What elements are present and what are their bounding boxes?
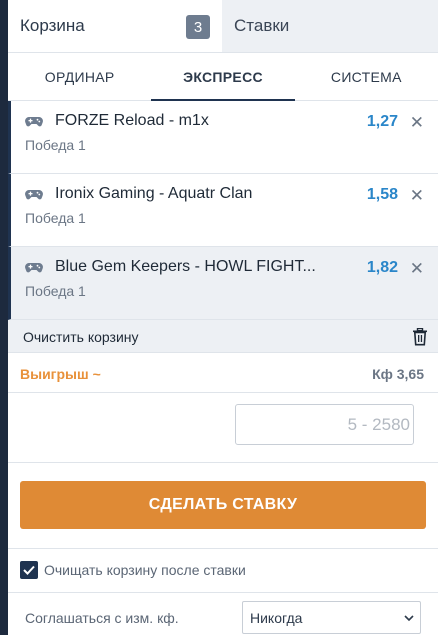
bet-slip-panel: Корзина 3 Ставки ОРДИНАР ЭКСПРЕСС СИСТЕМ… (8, 0, 438, 635)
chevron-down-icon (404, 615, 414, 622)
bet-odd: 1,58 (366, 186, 398, 203)
remove-bet-icon[interactable]: ✕ (410, 114, 424, 131)
bet-mode-tabs: ОРДИНАР ЭКСПРЕСС СИСТЕМА (8, 53, 438, 101)
remove-bet-icon[interactable]: ✕ (410, 260, 424, 277)
tab-cart-label: Корзина (20, 16, 85, 35)
winnings-label: Выигрыш ~ (20, 366, 101, 382)
cart-count-badge: 3 (186, 15, 210, 39)
divider (8, 592, 438, 593)
tab-single[interactable]: ОРДИНАР (8, 53, 151, 100)
trash-icon[interactable] (412, 328, 428, 346)
clear-after-bet-label: Очищать корзину после ставки (44, 562, 246, 578)
tab-bets[interactable]: Ставки (222, 0, 438, 52)
tab-cart[interactable]: Корзина 3 (8, 0, 222, 52)
bet-row: Ironix Gaming - Aquatr Clan Победа 1 1,5… (8, 174, 438, 247)
bet-outcome: Победа 1 (25, 137, 86, 153)
accept-odds-change-label: Соглашаться с изм. кф. (25, 610, 179, 626)
gamepad-icon (25, 117, 43, 127)
bet-outcome: Победа 1 (25, 210, 86, 226)
accept-odds-change-select[interactable]: Никогда (242, 601, 421, 634)
bet-teams: Blue Gem Keepers - HOWL FIGHT... (55, 258, 316, 275)
tab-system[interactable]: СИСТЕМА (295, 53, 438, 100)
stake-input[interactable] (235, 404, 414, 445)
place-bet-button[interactable]: СДЕЛАТЬ СТАВКУ (20, 481, 426, 529)
top-tabs: Корзина 3 Ставки (8, 0, 438, 53)
checkbox-checked[interactable] (20, 561, 38, 579)
stake-area (8, 393, 438, 463)
bet-outcome: Победа 1 (25, 283, 86, 299)
gamepad-icon (25, 263, 43, 273)
select-value: Никогда (250, 609, 303, 626)
remove-bet-icon[interactable]: ✕ (410, 187, 424, 204)
clear-after-bet-option[interactable]: Очищать корзину после ставки (20, 561, 246, 579)
winnings-row: Выигрыш ~ Кф 3,65 (8, 353, 438, 393)
tab-bets-label: Ставки (234, 16, 290, 35)
check-icon (23, 565, 35, 575)
bet-odd: 1,27 (366, 113, 398, 130)
clear-cart-label: Очистить корзину (23, 329, 139, 345)
bet-row: FORZE Reload - m1x Победа 1 1,27 ✕ (8, 101, 438, 174)
accept-odds-change-row: Соглашаться с изм. кф. Никогда (8, 600, 438, 635)
gamepad-icon (25, 190, 43, 200)
bet-teams: Ironix Gaming - Aquatr Clan (55, 185, 253, 202)
divider (8, 548, 438, 549)
bet-teams: FORZE Reload - m1x (55, 112, 209, 129)
bet-row: Blue Gem Keepers - HOWL FIGHT... Победа … (8, 247, 438, 320)
bet-odd: 1,82 (366, 259, 398, 276)
total-coefficient: Кф 3,65 (372, 366, 424, 382)
clear-cart-row[interactable]: Очистить корзину (8, 320, 438, 353)
tab-express[interactable]: ЭКСПРЕСС (151, 53, 295, 101)
